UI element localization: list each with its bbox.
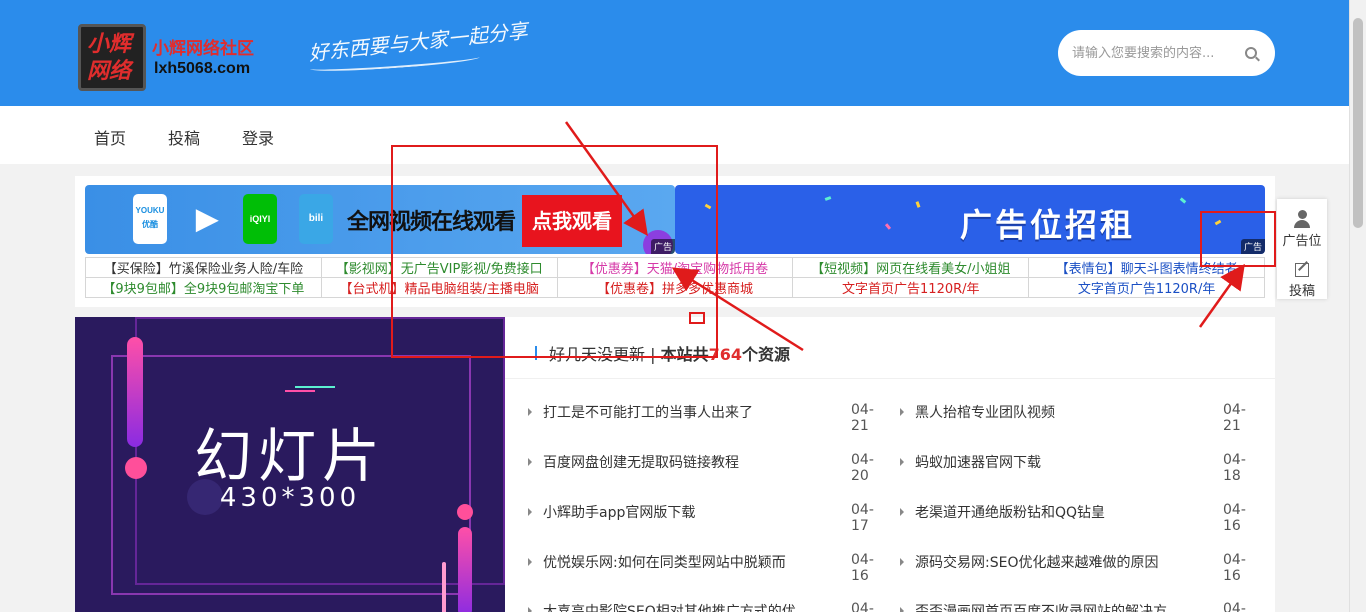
news-date: 04-16 <box>851 601 874 612</box>
bullet-icon <box>528 607 532 612</box>
news-date: 04-16 <box>851 552 874 584</box>
site-header: 小辉 网络 小辉网络社区 lxh5068.com 好东西要与大家一起分享 <box>0 0 1349 106</box>
text-ad-link[interactable]: 【9块9包邮】全9块9包邮淘宝下单 <box>85 277 322 298</box>
heading-unit-label: 个资源 <box>742 345 791 364</box>
news-item[interactable]: 优悦娱乐网:如何在同类型网站中脱颖而 04-16 <box>528 552 890 584</box>
nav-item-login[interactable]: 登录 <box>242 125 274 149</box>
news-item[interactable]: 歪歪漫画网首页百度不收录网站的解决方 04-16 <box>900 601 1252 612</box>
page-scrollbar[interactable] <box>1349 0 1366 612</box>
text-ad-link[interactable]: 【买保险】竹溪保险业务人险/车险 <box>85 257 322 278</box>
search-icon[interactable] <box>1245 47 1257 59</box>
youku-app-icon: YOUKU 优酷 <box>133 194 167 244</box>
news-item[interactable]: 黑人抬棺专业团队视频 04-21 <box>900 402 1252 434</box>
news-title[interactable]: 老渠道开通绝版粉钻和QQ钻皇 <box>915 502 1105 522</box>
edit-icon[interactable] <box>1295 263 1309 277</box>
site-logo[interactable]: 小辉 网络 <box>78 24 146 91</box>
logo-text-line1: 小辉 <box>87 31 132 57</box>
search-box <box>1058 30 1275 76</box>
news-item[interactable]: 小辉助手app官网版下载 04-17 <box>528 502 890 534</box>
logo-text-line2: 网络 <box>87 58 132 84</box>
annotation-box <box>1200 211 1276 267</box>
decor-pill <box>442 562 446 612</box>
search-input[interactable] <box>1072 42 1242 64</box>
scrollbar-thumb[interactable] <box>1353 18 1363 228</box>
iqiyi-app-icon: iQIYI <box>243 194 277 244</box>
bullet-icon <box>528 458 532 466</box>
news-item[interactable]: 蚂蚁加速器官网下载 04-18 <box>900 452 1252 484</box>
confetti <box>824 196 832 201</box>
news-date: 04-21 <box>851 402 874 434</box>
news-date: 04-18 <box>1223 452 1246 484</box>
floating-toolbar: 广告位 投稿 <box>1277 199 1327 299</box>
news-item[interactable]: 打工是不可能打工的当事人出来了 04-21 <box>528 402 890 434</box>
decor-line <box>285 390 315 392</box>
text-ad-link[interactable]: 文字首页广告1120R/年 <box>1028 277 1265 298</box>
site-title[interactable]: 小辉网络社区 <box>152 34 254 59</box>
news-title[interactable]: 打工是不可能打工的当事人出来了 <box>543 402 753 422</box>
text-ad-link[interactable]: 【短视频】网页在线看美女/小姐姐 <box>792 257 1030 278</box>
slide-size-label: 430*300 <box>219 483 361 513</box>
news-date: 04-20 <box>851 452 874 484</box>
ad-space-text: 广告位招租 <box>960 206 1136 244</box>
play-app-icon: ▶ <box>196 203 218 234</box>
news-date: 04-21 <box>1223 402 1246 434</box>
news-date: 04-16 <box>1223 552 1246 584</box>
news-item[interactable]: 老渠道开通绝版粉钻和QQ钻皇 04-16 <box>900 502 1252 534</box>
news-title[interactable]: 大喜高中影院SEO相对其他推广方式的优 <box>543 601 796 612</box>
news-title[interactable]: 黑人抬棺专业团队视频 <box>915 402 1055 422</box>
news-title[interactable]: 优悦娱乐网:如何在同类型网站中脱颖而 <box>543 552 786 572</box>
news-date: 04-16 <box>1223 601 1246 612</box>
news-title[interactable]: 歪歪漫画网首页百度不收录网站的解决方 <box>915 601 1167 612</box>
news-title[interactable]: 蚂蚁加速器官网下载 <box>915 452 1041 472</box>
bullet-icon <box>528 558 532 566</box>
ad-space-link[interactable]: 广告位 <box>1277 230 1327 249</box>
bullet-icon <box>528 408 532 416</box>
news-date: 04-16 <box>1223 502 1246 534</box>
news-date: 04-17 <box>851 502 874 534</box>
decor-pill <box>458 527 472 612</box>
bullet-icon <box>900 558 904 566</box>
bullet-icon <box>900 458 904 466</box>
news-item[interactable]: 大喜高中影院SEO相对其他推广方式的优 04-16 <box>528 601 890 612</box>
news-title[interactable]: 源码交易网:SEO优化越来越难做的原因 <box>915 552 1158 572</box>
nav-item-submit[interactable]: 投稿 <box>168 125 200 149</box>
bilibili-app-icon: bili <box>299 194 333 244</box>
decor-line <box>295 386 335 388</box>
confetti <box>915 201 921 208</box>
text-ad-link[interactable]: 文字首页广告1120R/年 <box>792 277 1030 298</box>
annotation-box <box>391 145 718 358</box>
news-title[interactable]: 百度网盘创建无提取码链接教程 <box>543 452 739 472</box>
nav-item-home[interactable]: 首页 <box>94 125 126 149</box>
bullet-icon <box>900 508 904 516</box>
bullet-icon <box>528 508 532 516</box>
annotation-box <box>689 312 705 324</box>
news-item[interactable]: 源码交易网:SEO优化越来越难做的原因 04-16 <box>900 552 1252 584</box>
news-item[interactable]: 百度网盘创建无提取码链接教程 04-20 <box>528 452 890 484</box>
ad-space-banner[interactable]: 广告位招租 广告 <box>675 185 1265 254</box>
submit-link[interactable]: 投稿 <box>1277 280 1327 299</box>
bullet-icon <box>900 607 904 612</box>
confetti <box>884 223 892 230</box>
news-title[interactable]: 小辉助手app官网版下载 <box>543 502 695 522</box>
news-panel: 好几天没更新 | 本站共764个资源 打工是不可能打工的当事人出来了 04-21 … <box>505 317 1275 612</box>
slideshow[interactable]: 幻灯片 430*300 <box>75 317 505 612</box>
confetti <box>1179 197 1187 204</box>
bullet-icon <box>900 408 904 416</box>
site-domain[interactable]: lxh5068.com <box>154 60 250 78</box>
slide-title: 幻灯片 <box>193 422 386 490</box>
user-icon[interactable] <box>1294 210 1310 228</box>
